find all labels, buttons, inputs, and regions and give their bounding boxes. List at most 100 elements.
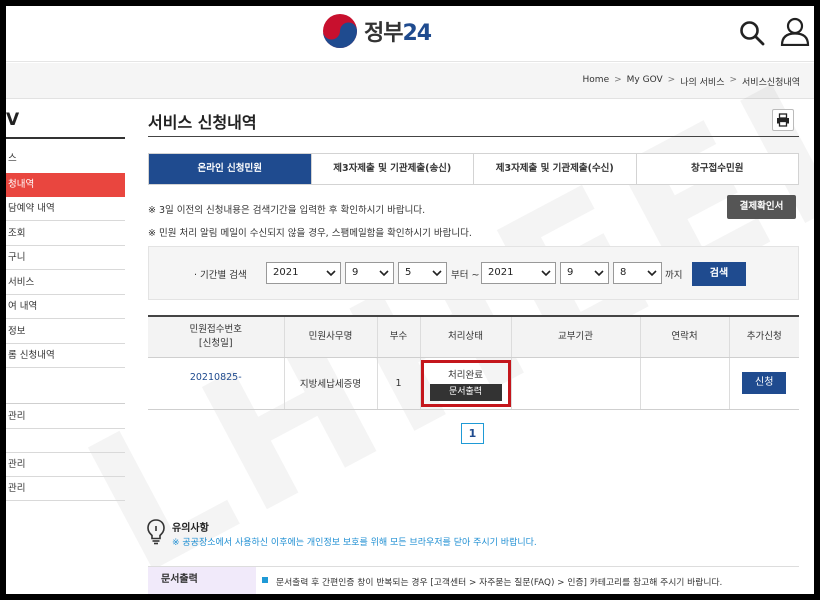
sidebar-item-basket[interactable]: 구니 [6,246,125,270]
payment-confirmation-button[interactable]: 결제확인서 [727,195,796,219]
col-header-line2: [신청일] [198,337,233,349]
to-month-select[interactable]: 9 [560,262,609,284]
sidebar-item-benefit-history[interactable]: 여 내역 [6,295,125,319]
from-day-value: 5 [405,267,412,278]
filter-label: · 기간별 검색 [194,270,247,281]
col-header-status: 처리상태 [419,315,511,358]
taegeuk-logo-icon [323,14,357,48]
tab-third-party-received[interactable]: 제3자제출 및 기관제출(수신) [473,154,636,184]
gov24-logo[interactable]: 정부24 [322,13,432,49]
site-header: 정부24 [6,6,814,62]
request-number-link[interactable]: 20210825- [190,372,242,383]
sidebar-item-info[interactable]: 정보 [6,320,125,344]
to-day-select[interactable]: 8 [613,262,662,284]
tab-bar: 온라인 신청민원 제3자제출 및 기관제출(송신) 제3자제출 및 기관제출(수… [148,153,799,185]
sidebar-item-service[interactable]: 스 [6,147,125,171]
col-header-service-name: 민원사무명 [283,315,377,358]
printer-icon [777,113,789,127]
chevron-down-icon [326,270,336,277]
period-filter: · 기간별 검색 2021 9 5 부터 ~ 2021 9 8 까지 검색 [148,246,799,300]
to-month-value: 9 [567,267,574,278]
doc-output-text: 문서출력 후 간편인증 창이 반복되는 경우 [고객센터 > 자주묻는 질문(F… [276,578,723,588]
sidebar-section-divider [6,403,125,404]
doc-output-label: 문서출력 [148,567,256,594]
sidebar-item-manage-4[interactable]: 관리 [6,477,125,501]
bullet-icon [262,577,268,583]
breadcrumb-separator: > [667,75,676,85]
cell-copies: 1 [376,357,420,410]
page-frame: 정부24 Home > My GOV > 나의 서비스 > 서비스신청내역 LH… [6,6,814,594]
breadcrumb-separator: > [729,75,738,85]
cell-agency [510,357,640,410]
chevron-down-icon [594,270,604,277]
chevron-down-icon [541,270,551,277]
sidebar-item-manage-1[interactable]: 관리 [6,405,125,429]
tab-online-requests[interactable]: 온라인 신청민원 [149,154,311,184]
sidebar-item-manage-3[interactable]: 관리 [6,453,125,477]
user-icon [780,17,810,47]
cell-contact [639,357,729,410]
to-year-select[interactable]: 2021 [481,262,556,284]
logo-text: 정부24 [364,15,432,47]
sidebar-item-consult-reservation[interactable]: 담예약 내역 [6,197,125,221]
col-header-contact: 연락처 [639,315,729,358]
breadcrumb-bar: Home > My GOV > 나의 서비스 > 서비스신청내역 [6,63,814,99]
chevron-down-icon [647,270,657,277]
breadcrumb-current: 서비스신청내역 [742,78,800,88]
pagination-page-1[interactable]: 1 [461,423,484,444]
sidebar-item-services[interactable]: 서비스 [6,271,125,295]
sidebar-item-form-requests[interactable]: 롬 신청내역 [6,344,125,368]
tab-counter-requests[interactable]: 창구접수민원 [635,154,798,184]
sidebar-item-inquiry[interactable]: 조회 [6,222,125,246]
sidebar-title: V [6,110,20,130]
chevron-down-icon [432,270,442,277]
logo-number: 24 [402,21,432,46]
sidebar-item-manage-2[interactable] [6,429,125,453]
from-text: 부터 ~ [451,270,480,281]
print-button[interactable] [772,109,794,131]
col-header-line1: 민원접수번호 [189,323,242,335]
from-year-value: 2021 [273,267,299,278]
caution-text: ※ 공공장소에서 사용하신 이후에는 개인정보 보호를 위해 모든 브라우저를 … [172,538,537,548]
table-header-row: 민원접수번호 [신청일] 민원사무명 부수 처리상태 교부기관 연락처 추가신청 [148,315,799,358]
sidebar-item-request-history[interactable]: 청내역 [6,173,125,197]
status-text: 처리완료 [448,369,483,381]
logo-word: 정부 [364,21,403,46]
col-header-additional: 추가신청 [728,315,799,358]
from-day-select[interactable]: 5 [398,262,447,284]
from-year-select[interactable]: 2021 [266,262,341,284]
doc-output-info-row: 문서출력 문서출력 후 간편인증 창이 반복되는 경우 [고객센터 > 자주묻는… [148,566,799,594]
col-header-copies: 부수 [376,315,420,358]
breadcrumb-mygov[interactable]: My GOV [627,75,663,88]
breadcrumb-separator: > [614,75,622,85]
breadcrumb-my-services[interactable]: 나의 서비스 [680,75,724,88]
search-button[interactable] [739,20,765,50]
cell-service-name: 지방세납세증명 [283,357,377,410]
from-month-select[interactable]: 9 [345,262,394,284]
to-year-value: 2021 [488,267,514,278]
col-header-request-number: 민원접수번호 [신청일] [148,315,284,358]
lightbulb-icon [146,518,166,550]
notice-spam-mail: ※ 민원 처리 알림 메일이 수신되지 않을 경우, 스팸메일함을 확인하시기 … [148,228,472,239]
cell-status: 처리완료 문서출력 [419,357,511,410]
cell-additional: 신청 [728,357,799,410]
chevron-down-icon [379,270,389,277]
tab-third-party-sent[interactable]: 제3자제출 및 기관제출(송신) [310,154,473,184]
from-month-value: 9 [352,267,359,278]
to-text: 까지 [665,270,683,281]
cell-request-number: 20210825- [148,357,284,410]
sidebar-title-divider [6,137,125,139]
breadcrumb-home[interactable]: Home [583,75,610,88]
notice-search-period: ※ 3일 이전의 신청내용은 검색기간을 입력한 후 확인하시기 바랍니다. [148,205,426,216]
print-document-button[interactable]: 문서출력 [429,383,502,401]
watermark: LHHEEL [55,15,814,594]
status-highlight-box: 처리완료 문서출력 [420,359,511,407]
user-button[interactable] [780,16,810,50]
caution-title: 유의사항 [172,523,209,534]
title-divider [148,136,799,137]
apply-button[interactable]: 신청 [742,372,787,394]
search-submit-button[interactable]: 검색 [692,262,746,286]
search-icon [740,21,765,46]
page-title: 서비스 신청내역 [148,113,257,132]
to-day-value: 8 [620,267,627,278]
